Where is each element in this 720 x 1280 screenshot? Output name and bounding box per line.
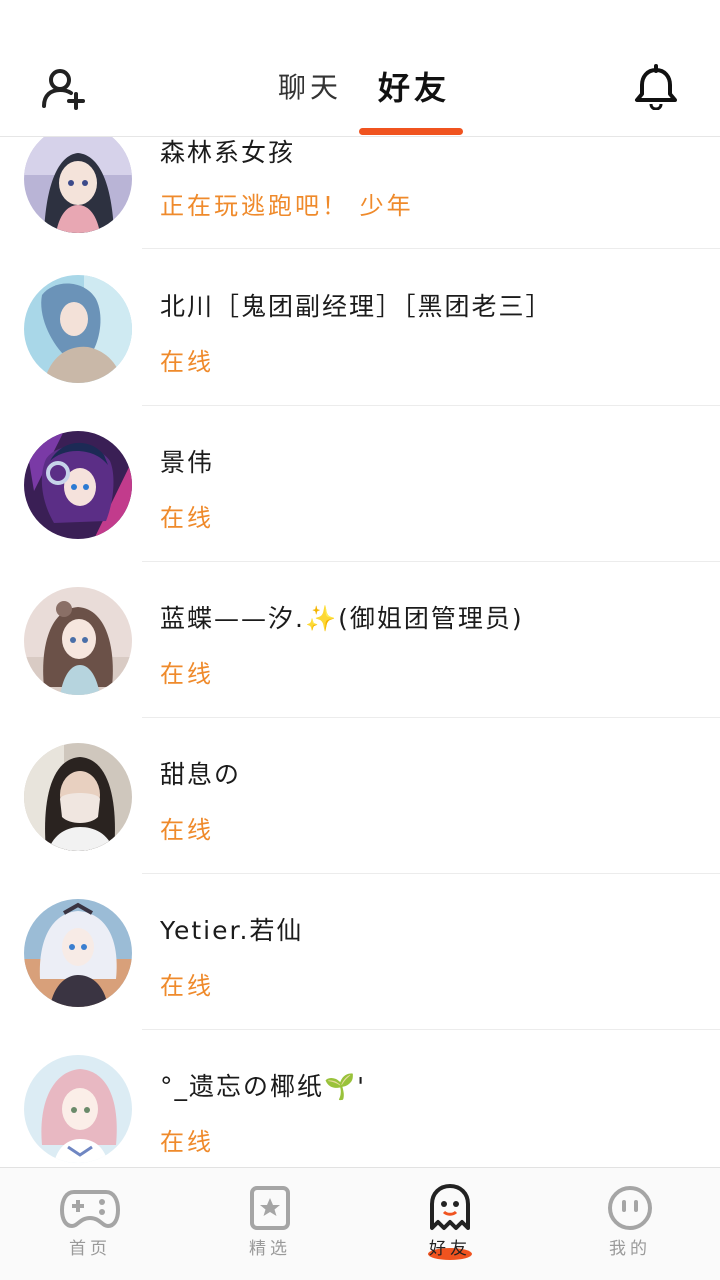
bell-icon[interactable] xyxy=(632,64,680,111)
avatar[interactable] xyxy=(24,587,132,695)
friend-row[interactable]: 甜息の 在线 xyxy=(0,717,720,874)
friend-status: 在线 xyxy=(160,660,214,688)
star-bookmark-icon xyxy=(240,1184,300,1232)
top-header: 聊天 好友 xyxy=(0,48,720,137)
friend-status: 正在玩逃跑吧！ 少年 xyxy=(160,192,414,220)
friend-name: Yetier.若仙 xyxy=(160,916,304,945)
status-bar xyxy=(0,0,720,48)
ghost-icon xyxy=(420,1184,480,1232)
friend-row[interactable]: °_遗忘の椰纸🌱' 在线 xyxy=(0,1029,720,1167)
avatar[interactable] xyxy=(24,1055,132,1163)
friend-row[interactable]: 蓝蝶——汐.✨(御姐团管理员) 在线 xyxy=(0,561,720,718)
friend-row[interactable]: 北川［鬼团副经理］［黑团老三］ 在线 xyxy=(0,249,720,406)
bottom-tab-bar: 首页 精选 好友 我的 xyxy=(0,1167,720,1280)
avatar[interactable] xyxy=(24,431,132,539)
gamepad-icon xyxy=(59,1184,121,1232)
friend-list[interactable]: 森林系女孩 正在玩逃跑吧！ 少年 北川［鬼团副经理］［黑团老三］ 在线 景伟 在… xyxy=(0,137,720,1167)
friend-row[interactable]: Yetier.若仙 在线 xyxy=(0,873,720,1030)
friend-name: °_遗忘の椰纸🌱' xyxy=(160,1072,367,1101)
friend-name: 森林系女孩 xyxy=(160,138,296,167)
tab-chat[interactable]: 聊天 xyxy=(278,66,342,106)
avatar[interactable] xyxy=(24,743,132,851)
friend-row[interactable]: 森林系女孩 正在玩逃跑吧！ 少年 xyxy=(0,137,720,249)
friend-name: 甜息の xyxy=(160,760,242,789)
active-tab-indicator xyxy=(359,128,463,135)
friend-row[interactable]: 景伟 在线 xyxy=(0,405,720,562)
avatar[interactable] xyxy=(24,899,132,1007)
nav-label: 好友 xyxy=(429,1239,471,1259)
friend-status: 在线 xyxy=(160,348,214,376)
avatar[interactable] xyxy=(24,137,132,233)
friend-status: 在线 xyxy=(160,972,214,1000)
friend-name: 景伟 xyxy=(160,448,215,477)
nav-featured[interactable]: 精选 xyxy=(180,1168,360,1280)
nav-friends[interactable]: 好友 xyxy=(360,1168,540,1280)
nav-me[interactable]: 我的 xyxy=(540,1168,720,1280)
avatar[interactable] xyxy=(24,275,132,383)
tab-friends[interactable]: 好友 xyxy=(378,63,450,109)
friend-status: 在线 xyxy=(160,816,214,844)
top-tabs: 聊天 好友 xyxy=(0,48,720,136)
friend-name: 北川［鬼团副经理］［黑团老三］ xyxy=(160,292,553,321)
friend-status: 在线 xyxy=(160,504,214,532)
face-icon xyxy=(600,1184,660,1232)
nav-label: 我的 xyxy=(609,1239,651,1259)
nav-home[interactable]: 首页 xyxy=(0,1168,180,1280)
friend-status: 在线 xyxy=(160,1128,214,1156)
nav-label: 首页 xyxy=(69,1239,111,1259)
friend-name: 蓝蝶——汐.✨(御姐团管理员) xyxy=(160,604,524,633)
nav-label: 精选 xyxy=(249,1239,291,1259)
